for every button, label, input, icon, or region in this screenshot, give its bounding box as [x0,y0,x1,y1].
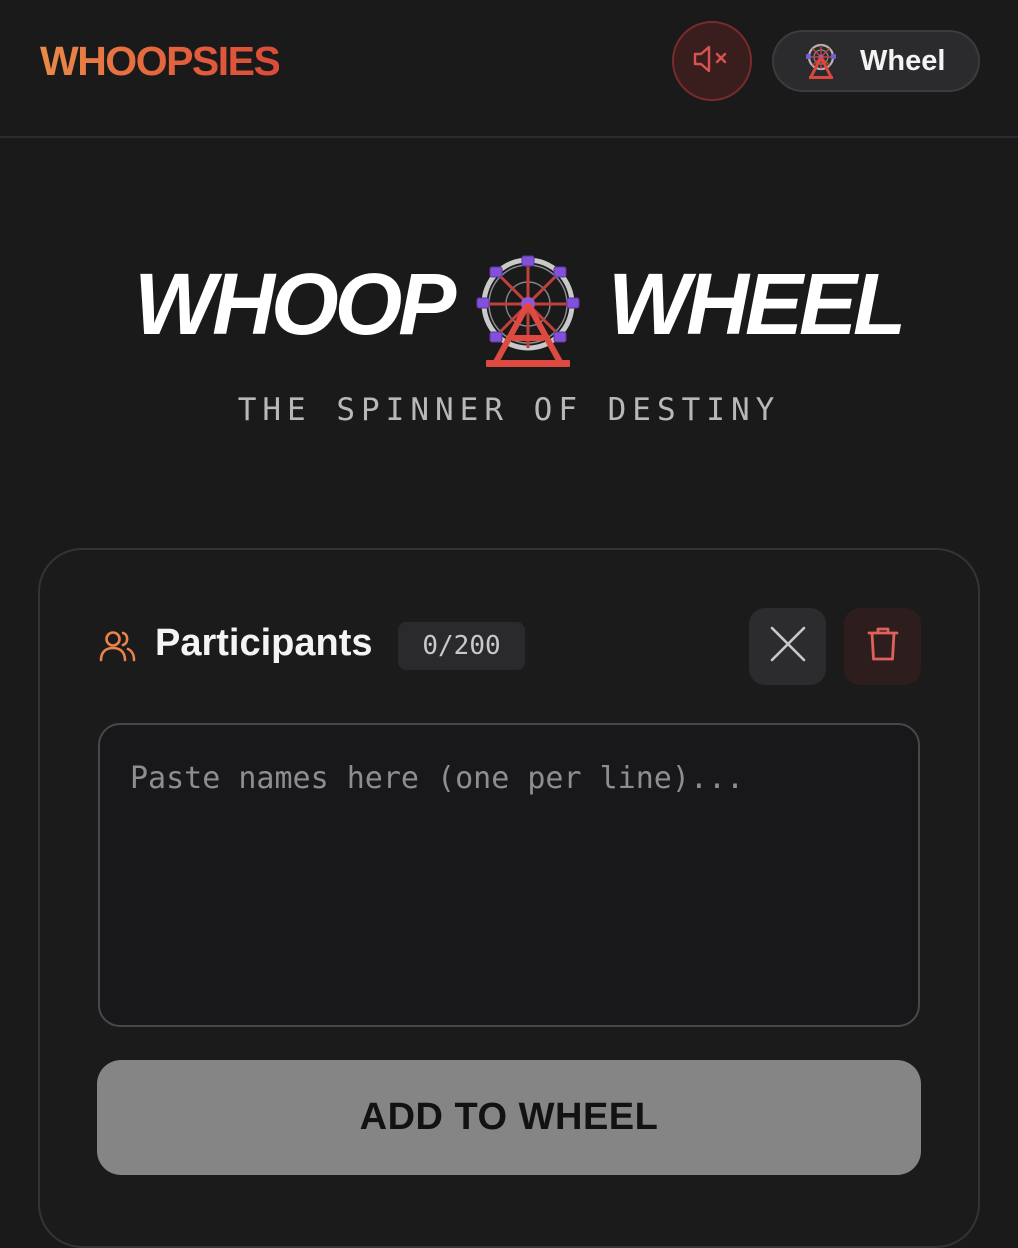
users-icon [98,627,138,667]
brand-logo[interactable]: WHOOPSIES [40,38,281,84]
mute-toggle-button[interactable] [672,21,752,101]
speaker-muted-icon [692,44,732,79]
trash-icon [866,625,900,668]
tagline: THE SPINNER OF DESTINY [237,392,781,428]
title-word-whoop: WHOOP [134,256,456,353]
top-bar: WHOOPSIES Wheel [0,0,1018,138]
participant-count-badge: 0/200 [398,622,525,670]
participants-heading: Participants [155,622,373,664]
add-to-wheel-button[interactable]: ADD TO WHEEL [97,1060,921,1175]
ferris-wheel-icon [472,252,584,370]
wheel-nav-button[interactable]: Wheel [772,30,980,92]
ferris-wheel-icon [804,42,838,80]
page-title: WHOOP WHEEL [0,250,1018,370]
delete-all-button[interactable] [844,608,921,685]
clear-input-button[interactable] [749,608,826,685]
close-icon [768,624,808,669]
title-word-wheel: WHEEL [608,256,906,353]
wheel-nav-label: Wheel [860,44,946,77]
names-input[interactable] [98,723,920,1027]
